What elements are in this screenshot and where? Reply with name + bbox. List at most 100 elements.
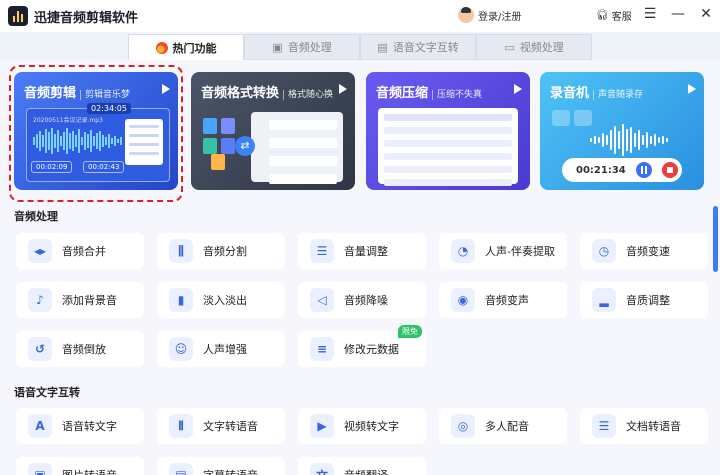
tool-label: 音频变声 xyxy=(485,294,529,307)
play-icon xyxy=(514,84,522,94)
tab-label: 视频处理 xyxy=(519,41,564,54)
tool-icon: ▂ xyxy=(592,288,616,312)
tool-icon: ◔ xyxy=(451,239,475,263)
tool-icon: ◎ xyxy=(451,414,475,438)
pause-icon[interactable] xyxy=(635,162,652,178)
tool-item[interactable]: ☺ 人声增强 xyxy=(157,331,285,367)
tool-icon: ↺ xyxy=(28,337,52,361)
stop-icon[interactable] xyxy=(661,162,678,178)
tool-icon: ▤ xyxy=(169,463,193,475)
video-icon: ▭ xyxy=(504,40,515,54)
tool-item[interactable]: ☰ 音量调整 xyxy=(298,233,426,269)
tool-icon: A xyxy=(28,414,52,438)
tool-icon: ◁ xyxy=(310,288,334,312)
record-time: 00:21:34 xyxy=(576,164,626,176)
convert-arrows-icon: ⇄ xyxy=(235,136,255,156)
highlight-frame xyxy=(9,65,183,202)
card-title: 录音机 声音随录存 xyxy=(550,82,644,101)
tool-icon: ☰ xyxy=(592,414,616,438)
service-label: 客服 xyxy=(611,12,632,23)
tool-item[interactable]: ◔ 人声-伴奏提取 xyxy=(439,233,567,269)
app-logo-icon xyxy=(8,6,28,26)
feature-card-recorder[interactable]: 录音机 声音随录存 00:21:34 xyxy=(540,72,704,190)
card-subtitle: 格式随心换 xyxy=(283,90,334,100)
convert-preview xyxy=(251,112,343,184)
tool-item[interactable]: ◂▸ 音频合并 xyxy=(16,233,144,269)
tool-label: 音频分割 xyxy=(203,245,247,258)
tool-icon: 文 xyxy=(310,463,334,475)
card-title-text: 音频格式转换 xyxy=(201,86,280,101)
tool-item[interactable]: A 语音转文字 xyxy=(16,408,144,444)
recorder-tools xyxy=(552,110,592,126)
tool-item[interactable]: ▂ 音质调整 xyxy=(580,282,708,318)
tool-item[interactable]: ▤ 字幕转语音 xyxy=(157,457,285,475)
play-icon xyxy=(688,84,696,94)
card-title-text: 音频压缩 xyxy=(376,86,429,101)
customer-service-button[interactable]: 🎧︎ 客服 xyxy=(596,8,632,23)
tab-audio-processing[interactable]: ▣ 音频处理 xyxy=(244,34,360,60)
tool-label: 音质调整 xyxy=(626,294,670,307)
user-avatar-icon xyxy=(458,7,474,23)
tool-label: 人声增强 xyxy=(203,343,247,356)
tool-icon: ☰ xyxy=(310,239,334,263)
tool-icon: ☺ xyxy=(169,337,193,361)
title-bar: 迅捷音频剪辑软件 登录/注册 🎧︎ 客服 ☰ — ✕ xyxy=(0,0,720,32)
tab-video-processing[interactable]: ▭ 视频处理 xyxy=(476,34,592,60)
headset-icon: 🎧︎ xyxy=(596,10,609,21)
settings-icon xyxy=(552,110,570,126)
tool-icon: ⫼ xyxy=(169,239,193,263)
tool-label: 添加背景音 xyxy=(62,294,117,307)
tool-item[interactable]: ⦀ 文字转语音 xyxy=(157,408,285,444)
section-title-speech: 语音文字互转 xyxy=(14,386,80,399)
card-title-text: 录音机 xyxy=(550,86,590,101)
tab-label: 热门功能 xyxy=(172,41,217,55)
tool-item[interactable]: ↺ 音频倒放 xyxy=(16,331,144,367)
feature-card-compress[interactable]: 音频压缩 压缩不失真 xyxy=(366,72,530,190)
tool-label: 音频降噪 xyxy=(344,294,388,307)
tool-icon: ▶ xyxy=(310,414,334,438)
tab-label: 语音文字互转 xyxy=(392,41,459,54)
tool-label: 音频翻译 xyxy=(344,467,388,475)
tool-item[interactable]: ≡ 修改元数据 限免 xyxy=(298,325,426,367)
audio-file-icon: ▣ xyxy=(272,40,283,54)
login-label: 登录/注册 xyxy=(478,11,522,23)
tool-item[interactable]: ◷ 音频变速 xyxy=(580,233,708,269)
tool-label: 人声-伴奏提取 xyxy=(485,245,555,258)
tool-item[interactable]: ◁ 音频降噪 xyxy=(298,282,426,318)
free-badge: 限免 xyxy=(398,325,422,338)
tool-item[interactable]: ◉ 音频变声 xyxy=(439,282,567,318)
tool-item[interactable]: ▣ 图片转语音 xyxy=(16,457,144,475)
tool-item[interactable]: 文 音频翻译 xyxy=(298,457,426,475)
tool-icon: ▮ xyxy=(169,288,193,312)
close-button[interactable]: ✕ xyxy=(697,6,715,22)
scrollbar[interactable] xyxy=(713,206,718,272)
tool-item[interactable]: ▮ 淡入淡出 xyxy=(157,282,285,318)
tab-label: 音频处理 xyxy=(287,41,332,54)
compress-preview xyxy=(378,108,518,186)
tool-label: 视频转文字 xyxy=(344,420,399,433)
tool-label: 多人配音 xyxy=(485,420,529,433)
tool-item[interactable]: ⫼ 音频分割 xyxy=(157,233,285,269)
login-button[interactable]: 登录/注册 xyxy=(458,7,521,23)
tool-item[interactable]: ▶ 视频转文字 xyxy=(298,408,426,444)
tool-label: 图片转语音 xyxy=(62,467,117,475)
minimize-button[interactable]: — xyxy=(669,6,687,22)
tool-label: 音频倒放 xyxy=(62,343,106,356)
voice-wave-icon xyxy=(590,122,668,158)
tool-label: 字幕转语音 xyxy=(203,467,258,475)
main-tabs: 热门功能 ▣ 音频处理 ▤ 语音文字互转 ▭ 视频处理 xyxy=(128,34,592,60)
tool-item[interactable]: ♪ 添加背景音 xyxy=(16,282,144,318)
tab-speech-text[interactable]: ▤ 语音文字互转 xyxy=(360,34,476,60)
tool-item[interactable]: ◎ 多人配音 xyxy=(439,408,567,444)
tab-hot-features[interactable]: 热门功能 xyxy=(128,34,244,60)
tool-icon: ◷ xyxy=(592,239,616,263)
menu-icon[interactable]: ☰ xyxy=(641,6,659,22)
tool-label: 修改元数据 xyxy=(344,343,399,356)
feature-card-format-convert[interactable]: 音频格式转换 格式随心换 ⇄ xyxy=(191,72,355,190)
tool-icon: ▣ xyxy=(28,463,52,475)
tool-icon: ≡ xyxy=(310,337,334,361)
tool-item[interactable]: ☰ 文档转语音 xyxy=(580,408,708,444)
tool-icon: ⦀ xyxy=(169,414,193,438)
tool-icon: ◂▸ xyxy=(28,239,52,263)
tool-label: 音量调整 xyxy=(344,245,388,258)
